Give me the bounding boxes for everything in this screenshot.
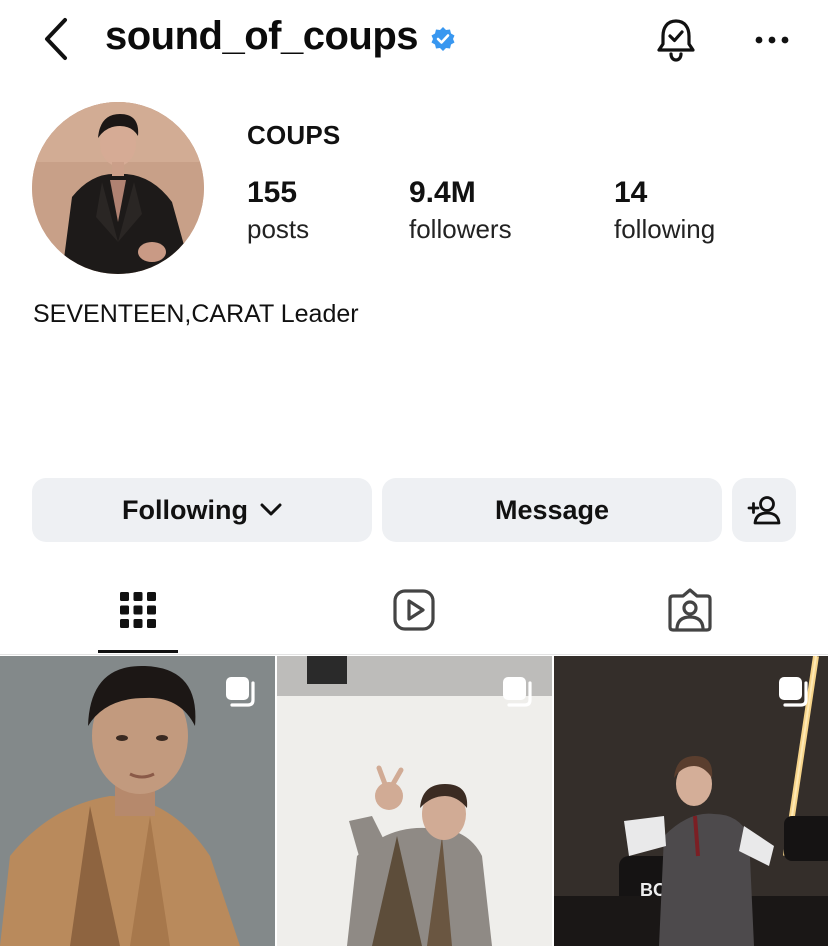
- notifications-bell-button[interactable]: [652, 16, 700, 64]
- post-thumbnail[interactable]: [0, 656, 275, 946]
- tab-reels[interactable]: [276, 566, 552, 654]
- stat-followers[interactable]: 9.4M followers: [409, 176, 512, 248]
- stat-followers-label: followers: [409, 214, 512, 244]
- chevron-left-icon: [45, 18, 67, 60]
- tab-grid[interactable]: [0, 566, 276, 654]
- following-button-label: Following: [122, 494, 248, 525]
- profile-tabs: [0, 566, 828, 656]
- profile-avatar[interactable]: [32, 102, 204, 274]
- grid-icon: [120, 592, 156, 628]
- post-thumbnail[interactable]: BOS: [554, 656, 828, 946]
- message-button-label: Message: [494, 494, 610, 525]
- bell-check-icon: [657, 19, 695, 62]
- chevron-down-icon: [260, 503, 282, 516]
- active-tab-indicator: [98, 650, 178, 653]
- tab-tagged[interactable]: [552, 566, 828, 654]
- stat-posts-label: posts: [247, 214, 310, 244]
- message-button[interactable]: Message: [382, 478, 722, 542]
- profile-display-name: COUPS: [247, 120, 341, 150]
- stat-posts-count: 155: [247, 176, 298, 209]
- multiple-photos-icon: [503, 677, 532, 707]
- more-options-button[interactable]: [748, 20, 796, 60]
- post-thumbnail[interactable]: [277, 656, 552, 946]
- multiple-photos-icon: [226, 677, 255, 707]
- stat-followers-count: 9.4M: [409, 176, 476, 209]
- profile-bio: SEVENTEEN,CARAT Leader: [33, 300, 359, 328]
- stat-following-count: 14: [614, 176, 648, 209]
- stat-following-label: following: [614, 214, 716, 244]
- avatar-image: [32, 102, 204, 274]
- profile-username: sound_of_coups: [105, 14, 419, 58]
- suggest-users-button[interactable]: [732, 478, 796, 542]
- reels-icon: [393, 589, 435, 631]
- following-button[interactable]: Following: [32, 478, 372, 542]
- stat-following[interactable]: 14 following: [614, 176, 715, 248]
- back-button[interactable]: [38, 16, 74, 62]
- multiple-photos-icon: [779, 677, 808, 707]
- verified-badge-icon: [431, 27, 455, 51]
- posts-grid: BOS: [0, 656, 828, 946]
- stat-posts[interactable]: 155 posts: [247, 176, 309, 248]
- profile-header: sound_of_coups: [0, 0, 828, 78]
- more-horizontal-icon: [755, 36, 789, 44]
- add-user-icon: [747, 496, 781, 525]
- tagged-icon: [668, 588, 712, 632]
- tabs-divider: [0, 654, 828, 655]
